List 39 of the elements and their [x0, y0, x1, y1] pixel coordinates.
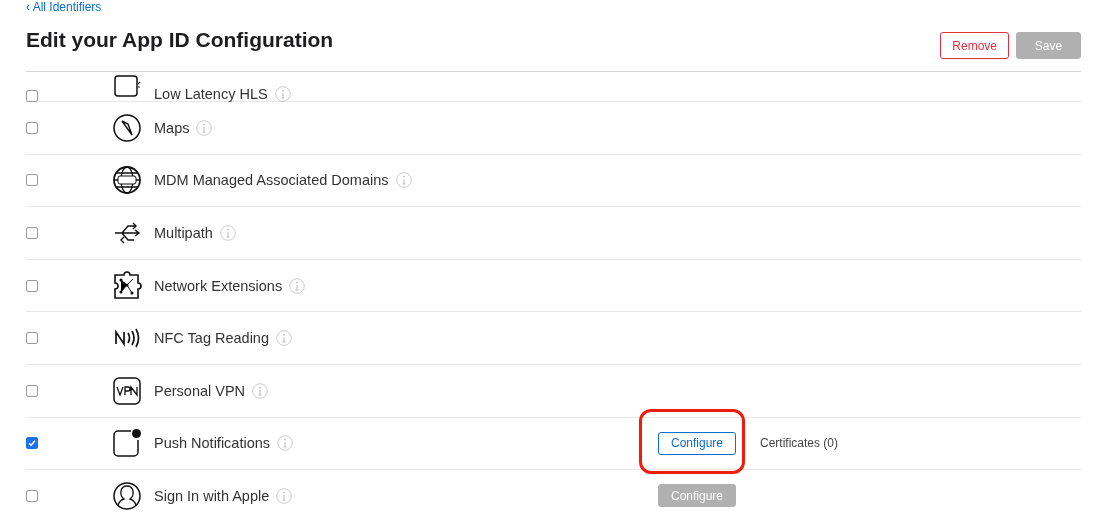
checkbox[interactable]: [26, 227, 38, 239]
capability-label: NFC Tag Reading: [154, 330, 269, 347]
checkbox[interactable]: [26, 121, 38, 134]
compass-icon: [112, 112, 142, 143]
app-badge-icon: [112, 428, 142, 459]
info-icon[interactable]: [276, 487, 293, 504]
person-icon: [112, 480, 142, 511]
capability-label: Network Extensions: [154, 277, 283, 294]
configure-button[interactable]: Configure: [658, 431, 736, 455]
remove-button[interactable]: Remove: [940, 32, 1009, 59]
info-icon[interactable]: [219, 225, 236, 241]
info-icon[interactable]: [277, 435, 294, 452]
checkbox[interactable]: [26, 279, 38, 292]
nfc-icon: [114, 328, 140, 349]
back-link[interactable]: ‹ All Identifiers: [26, 0, 334, 14]
checkbox[interactable]: [26, 489, 38, 502]
checkbox[interactable]: [26, 332, 38, 345]
capability-label: Sign In with Apple: [154, 487, 270, 504]
info-icon[interactable]: [289, 277, 306, 294]
capability-label: Maps: [154, 119, 190, 136]
globe-icon: [112, 165, 142, 196]
info-icon[interactable]: [196, 119, 213, 136]
checkbox[interactable]: [26, 174, 38, 187]
capability-label: Low Latency HLS: [154, 86, 268, 102]
checkbox[interactable]: [26, 437, 38, 450]
info-icon[interactable]: [276, 330, 292, 347]
info-icon[interactable]: [252, 382, 269, 399]
page-title: Edit your App ID Configuration: [26, 28, 334, 52]
info-icon[interactable]: [274, 86, 291, 102]
vpn-icon: [112, 375, 142, 406]
checkbox[interactable]: [26, 90, 38, 102]
puzzle-icon: [112, 270, 142, 301]
capability-label: Personal VPN: [154, 382, 246, 399]
info-icon[interactable]: [395, 172, 412, 189]
capability-label: Multipath: [154, 225, 213, 241]
checkbox[interactable]: [26, 384, 38, 397]
capability-label: MDM Managed Associated Domains: [154, 172, 389, 189]
capability-label: Push Notifications: [154, 435, 271, 452]
certificates-count: Certificates (0): [760, 436, 839, 451]
